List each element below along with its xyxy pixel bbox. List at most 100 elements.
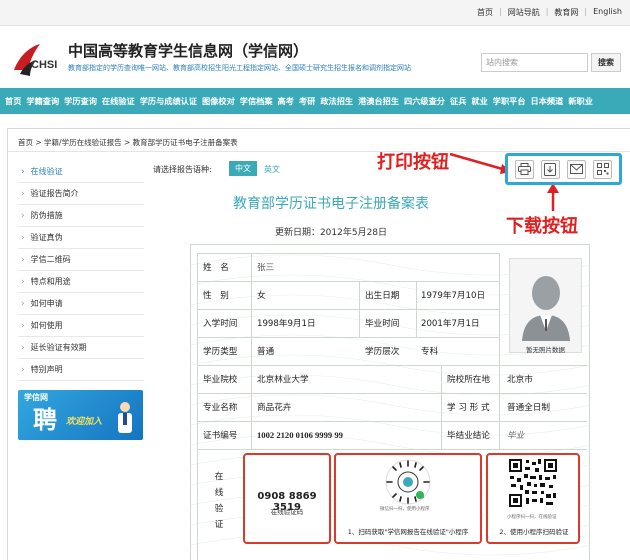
chevron-right-icon: › — [21, 232, 25, 243]
nav-item-enrollment[interactable]: 学籍查询 — [26, 95, 59, 107]
language-option-english[interactable]: 英文 — [264, 164, 280, 175]
school-value: 北京林业大学 — [257, 375, 309, 385]
photo-caption: 暂无照片数据 — [526, 346, 565, 354]
document-update-date: 更新日期：2012年5月28日 — [274, 228, 388, 238]
qrcode-button[interactable] — [593, 159, 613, 179]
download-icon — [544, 162, 557, 176]
photo-placeholder — [509, 258, 582, 353]
verify-label: 在线验证 — [214, 472, 224, 530]
email-button[interactable] — [567, 159, 587, 179]
edu-type-value: 普通 — [257, 347, 275, 357]
edu-level-label: 学历层次 — [365, 347, 400, 357]
sidebar-item-howto[interactable]: › 如何使用 — [18, 315, 144, 337]
gender-label: 性 别 — [203, 291, 229, 301]
printer-icon — [517, 163, 531, 175]
sidebar-item-verify-authentic[interactable]: › 验证真伪 — [18, 227, 144, 249]
logo-text: CHSI — [31, 59, 58, 71]
sidebar-item-statement[interactable]: › 特别声明 — [18, 359, 144, 381]
site-subtitle[interactable]: 教育部指定的学历查询唯一网站、教育部高校招生阳光工程指定网站、全国硕士研究生招生… — [68, 63, 411, 73]
search-button[interactable]: 搜索 — [591, 53, 621, 72]
top-link-sitemap[interactable]: 网站导航 — [508, 7, 540, 18]
print-button[interactable] — [514, 159, 534, 179]
main-nav: 首页 学籍查询 学历查询 在线验证 学历与成绩认证 图像校对 学信档案 高考 考… — [0, 88, 630, 114]
birth-value: 1979年7月10日 — [421, 291, 486, 301]
study-form-value: 普通全日制 — [507, 403, 550, 413]
banner-slogan: 欢迎加入 — [66, 417, 103, 427]
major-value: 商品花卉 — [257, 403, 292, 413]
qrcode-tiny-text: 小程序扫一扫，在线验证 — [507, 515, 557, 520]
conclusion-label: 毕结业结论 — [447, 431, 490, 441]
enroll-value: 1998年9月1日 — [257, 319, 316, 329]
name-label: 姓 名 — [203, 263, 229, 273]
person-icon — [118, 402, 132, 433]
birth-label: 出生日期 — [365, 291, 400, 301]
top-link-home[interactable]: 首页 — [477, 7, 493, 18]
top-link-edu[interactable]: 教育网 — [554, 7, 578, 18]
cert-no-label: 证书编号 — [203, 431, 238, 441]
nav-item-japan[interactable]: 日本频道 — [531, 95, 564, 107]
nav-item-newjob[interactable]: 新职业 — [568, 95, 593, 107]
sidebar-item-qrcode[interactable]: › 学信二维码 — [18, 249, 144, 271]
grad-value: 2001年7月1日 — [421, 319, 480, 329]
nav-item-army[interactable]: 征兵 — [450, 95, 466, 107]
nav-item-law[interactable]: 政法招生 — [320, 95, 353, 107]
sidebar-item-anti-fake[interactable]: › 防伪措施 — [18, 205, 144, 227]
nav-item-home[interactable]: 首页 — [5, 95, 21, 107]
nav-item-kaoyan[interactable]: 考研 — [299, 95, 315, 107]
chevron-right-icon: › — [21, 320, 25, 331]
site-title: 中国高等教育学生信息网（学信网） — [68, 42, 309, 60]
qrcode-icon[interactable] — [508, 458, 558, 508]
chevron-right-icon: › — [21, 342, 25, 353]
sidebar: › 在线验证 › 验证报告简介 › 防伪措施 › 验证真伪 › 学信二维码 › 特点和用途 … — [18, 161, 144, 381]
nav-item-career[interactable]: 学职平台 — [493, 95, 526, 107]
edu-level-value: 专科 — [421, 347, 439, 357]
sidebar-item-apply[interactable]: › 如何申请 — [18, 293, 144, 315]
nav-item-jobs[interactable]: 就业 — [471, 95, 487, 107]
edu-type-label: 学历类型 — [203, 347, 238, 357]
top-link-english[interactable]: English — [593, 7, 622, 18]
sidebar-item-online-verify[interactable]: › 在线验证 — [18, 161, 144, 183]
qrcode-icon — [596, 163, 609, 175]
search-input[interactable]: 站内搜索 — [481, 53, 588, 72]
nav-item-archive[interactable]: 学信档案 — [240, 95, 273, 107]
chevron-right-icon: › — [21, 364, 25, 375]
cert-no-value: 1002 2120 0106 9999 99 — [257, 430, 343, 440]
top-links: 首页 | 网站导航 | 教育网 | English — [477, 7, 622, 18]
language-label: 请选择报告语种: — [153, 165, 212, 174]
nav-item-verify[interactable]: 在线验证 — [102, 95, 135, 107]
name-value: 张三 — [257, 263, 275, 273]
location-value: 北京市 — [507, 375, 533, 385]
breadcrumb[interactable]: 首页 > 学籍/学历在线验证报告 > 教育部学历证书电子注册备案表 — [18, 137, 238, 148]
sidebar-item-features[interactable]: › 特点和用途 — [18, 271, 144, 293]
top-bar: 首页 | 网站导航 | 教育网 | English — [0, 0, 630, 26]
document-title: 教育部学历证书电子注册备案表 — [233, 196, 429, 212]
nav-item-gaokao[interactable]: 高考 — [278, 95, 294, 107]
chevron-right-icon: › — [21, 210, 25, 221]
banner-big-char: 聘 — [33, 405, 57, 434]
sidebar-item-extend[interactable]: › 延长验证有效期 — [18, 337, 144, 359]
chevron-right-icon: › — [21, 276, 25, 287]
chevron-right-icon: › — [21, 254, 25, 265]
verify-code-caption: 在线验证码 — [270, 508, 304, 516]
chevron-right-icon: › — [21, 166, 25, 177]
miniprogram-code-icon[interactable] — [384, 458, 432, 506]
major-label: 专业名称 — [203, 403, 238, 413]
nav-item-image[interactable]: 图像校对 — [202, 95, 235, 107]
language-option-chinese[interactable]: 中文 — [229, 161, 257, 176]
location-label: 院校所在地 — [447, 375, 490, 385]
grad-label: 毕业时间 — [365, 319, 400, 329]
nav-item-hmt[interactable]: 港澳台招生 — [358, 95, 399, 107]
recruit-banner[interactable]: 学信网 聘 欢迎加入 — [18, 390, 143, 440]
download-button[interactable] — [540, 159, 560, 179]
sidebar-item-report-intro[interactable]: › 验证报告简介 — [18, 183, 144, 205]
enroll-label: 入学时间 — [203, 319, 238, 329]
mail-icon — [570, 164, 584, 174]
report-toolbar — [505, 153, 622, 185]
school-label: 毕业院校 — [203, 375, 238, 385]
chevron-right-icon: › — [21, 298, 25, 309]
conclusion-value: 毕业 — [507, 431, 525, 441]
nav-item-cet[interactable]: 四六级查分 — [404, 95, 445, 107]
nav-item-degree[interactable]: 学历查询 — [64, 95, 97, 107]
annotation-print: 打印按钮 — [377, 152, 449, 173]
nav-item-certification[interactable]: 学历与成绩认证 — [140, 95, 197, 107]
